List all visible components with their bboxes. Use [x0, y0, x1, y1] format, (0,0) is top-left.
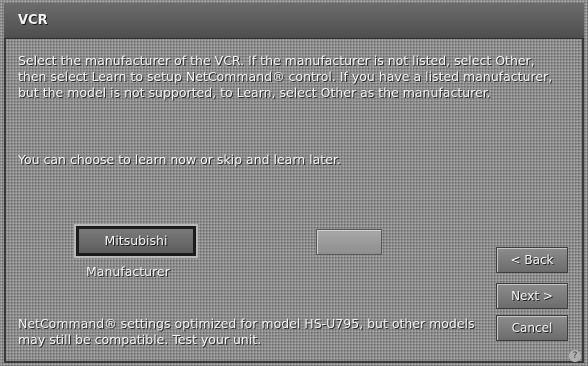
manufacturer-select[interactable]: Mitsubishi: [74, 224, 198, 258]
compatibility-note: NetCommand® settings optimized for model…: [18, 316, 475, 347]
cancel-button[interactable]: Cancel: [496, 315, 568, 341]
help-icon[interactable]: ?: [569, 350, 581, 362]
manufacturer-label: Manufacturer: [86, 264, 170, 279]
learn-later-note: You can choose to learn now or skip and …: [18, 152, 341, 167]
window-title: VCR: [18, 13, 48, 28]
instructions-text: Select the manufacturer of the VCR. If t…: [18, 53, 553, 100]
back-button[interactable]: < Back: [496, 247, 568, 273]
next-button[interactable]: Next >: [496, 283, 568, 309]
model-field[interactable]: [316, 229, 382, 255]
vcr-setup-screen: VCR Select the manufacturer of the VCR. …: [0, 0, 588, 366]
title-bar: VCR: [4, 3, 584, 39]
